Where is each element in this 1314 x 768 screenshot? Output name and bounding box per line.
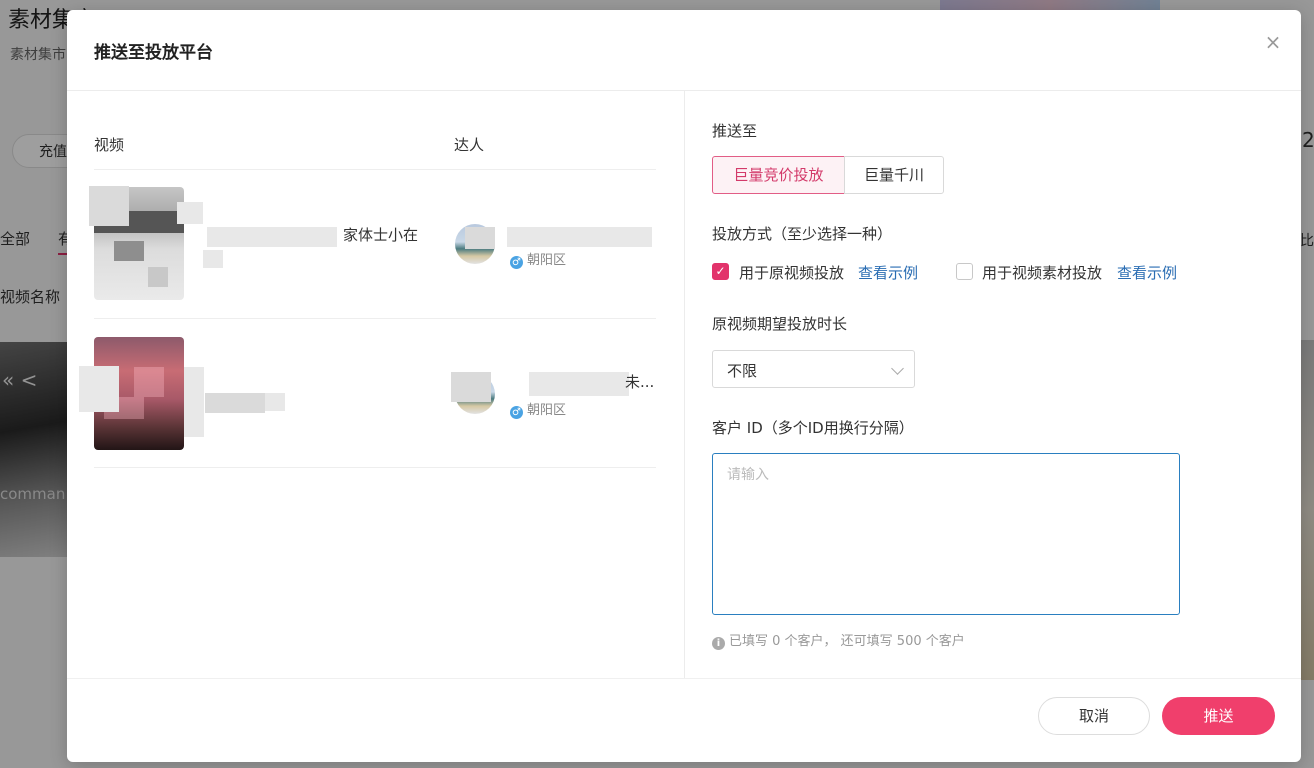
info-icon: i <box>712 637 725 650</box>
checkbox-original-video[interactable]: ✓ <box>712 263 729 280</box>
video-title: 家体士小在 <box>343 226 419 244</box>
mosaic-blur <box>465 227 495 249</box>
modal-title: 推送至投放平台 <box>94 43 213 63</box>
column-header-creator: 达人 <box>454 136 485 154</box>
client-id-textarea[interactable] <box>712 453 1180 615</box>
modal-header: 推送至投放平台 × <box>67 10 1301 91</box>
mosaic-blur <box>207 227 337 247</box>
mosaic-blur <box>265 393 285 411</box>
checkbox-video-material[interactable] <box>956 263 973 280</box>
push-to-label: 推送至 <box>712 122 758 140</box>
view-example-link[interactable]: 查看示例 <box>1117 262 1177 283</box>
column-divider <box>684 91 685 678</box>
male-icon: ♂ <box>510 406 523 419</box>
client-count-hint: i 已填写 0 个客户， 还可填写 500 个客户 <box>712 630 965 650</box>
view-example-link[interactable]: 查看示例 <box>858 262 918 283</box>
mosaic-blur <box>205 393 265 413</box>
mosaic-blur <box>529 372 629 396</box>
push-modal: 推送至投放平台 × 视频 达人 家体士小在 ♂ 朝阳区 未... ♂ 朝阳区 推… <box>67 10 1301 762</box>
duration-label: 原视频期望投放时长 <box>712 315 848 333</box>
checkbox-original-video-label[interactable]: 用于原视频投放 <box>739 262 844 283</box>
mosaic-blur <box>184 367 204 437</box>
mosaic-blur <box>89 186 129 226</box>
mosaic-blur <box>451 372 491 402</box>
table-divider <box>94 318 656 319</box>
push-button[interactable]: 推送 <box>1162 697 1275 735</box>
platform-option-ocean-bidding[interactable]: 巨量竞价投放 <box>712 156 845 194</box>
mosaic-blur <box>79 366 119 412</box>
column-header-video: 视频 <box>94 136 125 154</box>
footer-divider <box>67 678 1301 679</box>
duration-select-value: 不限 <box>727 362 758 380</box>
mosaic-blur <box>203 250 223 268</box>
male-icon: ♂ <box>510 256 523 269</box>
table-divider <box>94 169 656 170</box>
creator-location: ♂ 朝阳区 <box>510 249 566 269</box>
cancel-button[interactable]: 取消 <box>1038 697 1150 735</box>
mosaic-blur <box>507 227 652 247</box>
duration-select[interactable]: 不限 <box>712 350 915 388</box>
method-label: 投放方式（至少选择一种） <box>712 225 893 243</box>
creator-name: 未... <box>625 373 655 391</box>
table-divider <box>94 467 656 468</box>
creator-location: ♂ 朝阳区 <box>510 399 566 419</box>
checkbox-video-material-label[interactable]: 用于视频素材投放 <box>982 262 1102 283</box>
close-icon[interactable]: × <box>1263 32 1283 52</box>
mosaic-blur <box>177 202 203 224</box>
client-id-label: 客户 ID（多个ID用换行分隔） <box>712 419 914 437</box>
platform-option-qianchuan[interactable]: 巨量千川 <box>844 156 944 194</box>
chevron-down-icon <box>891 362 904 375</box>
